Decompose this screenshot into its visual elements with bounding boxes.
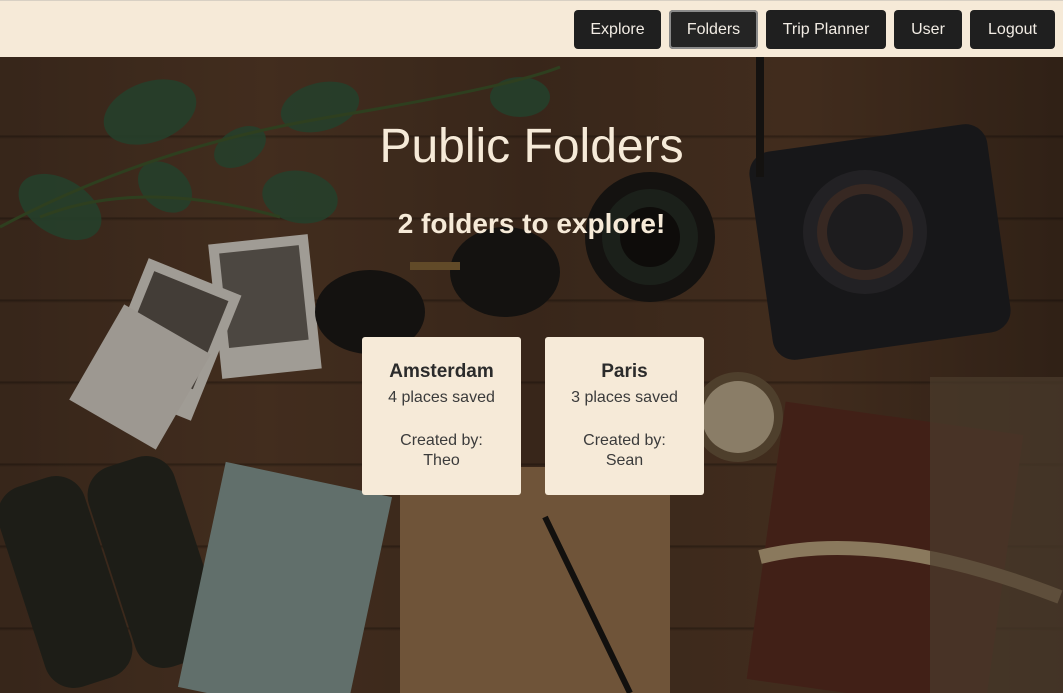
folder-name: Amsterdam xyxy=(389,361,494,382)
folder-name: Paris xyxy=(601,361,648,382)
creator-name: Sean xyxy=(605,452,644,469)
folder-place-count: 4 places saved xyxy=(388,389,495,406)
hero-background: Public Folders 2 folders to explore! Ams… xyxy=(0,57,1063,693)
folder-creator: Created by: Sean xyxy=(545,431,704,471)
created-by-label: Created by: xyxy=(583,432,666,449)
page-subtitle: 2 folders to explore! xyxy=(397,208,666,239)
folder-creator: Created by: Theo xyxy=(362,431,521,471)
nav-user-button[interactable]: User xyxy=(894,10,962,49)
nav-logout-button[interactable]: Logout xyxy=(970,10,1055,49)
creator-name: Theo xyxy=(423,452,460,469)
nav-trip-planner-button[interactable]: Trip Planner xyxy=(766,10,886,49)
folder-place-count: 3 places saved xyxy=(571,389,678,406)
nav-folders-button[interactable]: Folders xyxy=(669,10,758,49)
folder-card-amsterdam[interactable]: Amsterdam 4 places saved Created by: The… xyxy=(362,337,521,495)
page-title: Public Folders xyxy=(379,120,684,173)
top-navbar: Explore Folders Trip Planner User Logout xyxy=(0,0,1063,57)
folder-card-paris[interactable]: Paris 3 places saved Created by: Sean xyxy=(545,337,704,495)
created-by-label: Created by: xyxy=(400,432,483,449)
nav-explore-button[interactable]: Explore xyxy=(574,10,661,49)
